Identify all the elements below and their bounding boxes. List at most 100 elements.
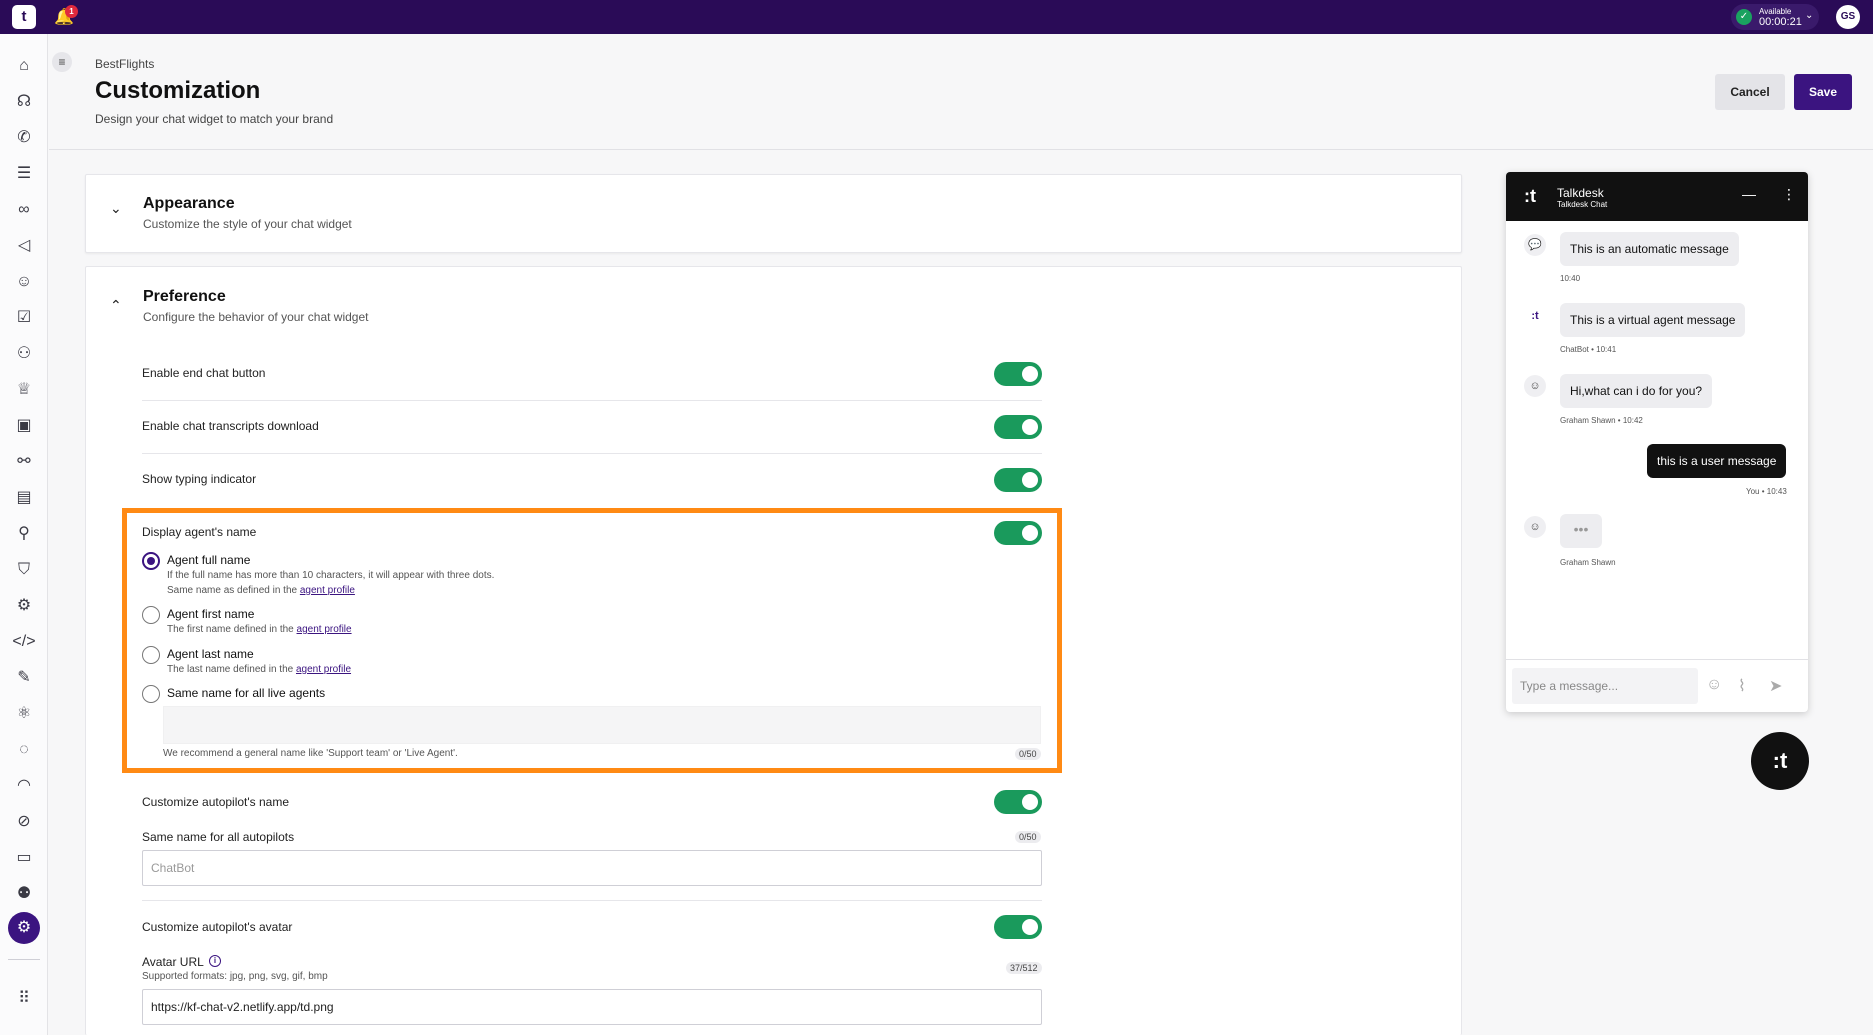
- chat-icon[interactable]: ◌: [12, 738, 36, 762]
- tasks-icon[interactable]: ☑: [12, 306, 36, 330]
- shield-icon[interactable]: ⛉: [12, 558, 36, 582]
- autopilot-name-counter: 0/50: [1015, 831, 1041, 843]
- explore-icon[interactable]: ⊘: [12, 810, 36, 834]
- top-bar: t 🔔 1 ✓ Available 00:00:21 ⌄ GS: [0, 0, 1873, 34]
- save-button[interactable]: Save: [1794, 74, 1852, 110]
- chat-widget-preview: :t Talkdesk Talkdesk Chat — ⋮ 💬 This is …: [1506, 172, 1808, 712]
- routing-icon[interactable]: ⚯: [12, 450, 36, 474]
- transcripts-label: Enable chat transcripts download: [142, 419, 319, 433]
- same-name-radio[interactable]: [142, 685, 160, 703]
- menu-collapse-icon[interactable]: ≡: [52, 52, 72, 72]
- users-icon[interactable]: ⚉: [12, 882, 36, 906]
- divider: [1506, 659, 1808, 660]
- divider: [142, 453, 1042, 454]
- cancel-button[interactable]: Cancel: [1715, 74, 1785, 110]
- notification-badge: 1: [65, 5, 78, 18]
- avatar-url-input[interactable]: [142, 989, 1042, 1025]
- user-avatar[interactable]: GS: [1836, 5, 1860, 29]
- apps-icon[interactable]: ⠿: [12, 987, 36, 1011]
- flows-icon[interactable]: ⚲: [12, 522, 36, 546]
- end-chat-toggle[interactable]: [994, 362, 1042, 386]
- minimize-icon[interactable]: —: [1742, 186, 1756, 202]
- message-meta: 10:40: [1560, 274, 1581, 283]
- divider: [142, 900, 1042, 901]
- sidebar-divider: [8, 959, 40, 960]
- chevron-down-icon[interactable]: ⌄: [110, 200, 122, 217]
- autopilot-avatar-toggle[interactable]: [994, 915, 1042, 939]
- campaigns-icon[interactable]: ◁: [12, 234, 36, 258]
- talkdesk-logo[interactable]: t: [12, 5, 36, 29]
- briefcase-icon[interactable]: ▭: [12, 846, 36, 870]
- list-icon[interactable]: ☰: [12, 162, 36, 186]
- talkdesk-logo-icon: :t: [1524, 186, 1536, 206]
- available-icon: ✓: [1736, 9, 1752, 25]
- more-vertical-icon[interactable]: ⋮: [1782, 186, 1796, 203]
- message-meta: Graham Shawn: [1560, 558, 1616, 567]
- status-timer: 00:00:21: [1759, 16, 1802, 28]
- calls-icon[interactable]: ✆: [12, 126, 36, 150]
- status-label: Available: [1759, 7, 1792, 16]
- appearance-section[interactable]: ⌄ Appearance Customize the style of your…: [85, 174, 1462, 253]
- agent-avatar-icon: ☺: [1524, 375, 1546, 397]
- transcripts-toggle[interactable]: [994, 415, 1042, 439]
- bot-message-icon: 💬: [1524, 234, 1546, 256]
- status-selector[interactable]: ✓ Available 00:00:21 ⌄: [1731, 4, 1819, 30]
- chevron-up-icon[interactable]: ⌃: [110, 297, 122, 314]
- ai-icon[interactable]: ⚛: [12, 702, 36, 726]
- end-chat-label: Enable end chat button: [142, 366, 266, 380]
- conversations-icon[interactable]: ☊: [12, 90, 36, 114]
- agent-profile-link[interactable]: agent profile: [300, 585, 355, 596]
- dashboard-icon[interactable]: ◠: [12, 774, 36, 798]
- autopilot-name-toggle[interactable]: [994, 790, 1042, 814]
- workforce-icon[interactable]: ⚇: [12, 342, 36, 366]
- agent-last-name-radio[interactable]: [142, 646, 160, 664]
- agent-full-name-radio[interactable]: [142, 552, 160, 570]
- agent-profile-link[interactable]: agent profile: [297, 624, 352, 635]
- agent-avatar-icon: ☺: [1524, 516, 1546, 538]
- settings-icon[interactable]: ⚙: [8, 912, 40, 944]
- attachment-icon[interactable]: ⌇: [1738, 676, 1746, 696]
- agent-first-name-help: The first name defined in the agent prof…: [167, 624, 352, 635]
- edit-icon[interactable]: ✎: [12, 666, 36, 690]
- agent-name-label: Display agent's name: [142, 525, 257, 539]
- knowledge-icon[interactable]: ▤: [12, 486, 36, 510]
- preference-title: Preference: [143, 288, 226, 305]
- chat-header: :t Talkdesk Talkdesk Chat — ⋮: [1506, 172, 1808, 221]
- sidebar: ⌂ ☊ ✆ ☰ ∞ ◁ ☺ ☑ ⚇ ♕ ▣ ⚯ ▤ ⚲ ⛉ ⚙ </> ✎ ⚛ …: [0, 34, 48, 1035]
- agent-profile-link[interactable]: agent profile: [296, 664, 351, 675]
- home-icon[interactable]: ⌂: [12, 54, 36, 78]
- emoji-icon[interactable]: ☺: [1706, 676, 1722, 694]
- typing-indicator-label: Show typing indicator: [142, 472, 257, 486]
- chat-message-input[interactable]: [1512, 668, 1698, 704]
- same-name-input[interactable]: [163, 706, 1041, 744]
- contacts-icon[interactable]: ▣: [12, 414, 36, 438]
- avatar-url-label: Avatar URL: [142, 955, 204, 969]
- chat-title: Talkdesk: [1557, 186, 1604, 200]
- typing-indicator-toggle[interactable]: [994, 468, 1042, 492]
- autopilot-name-label: Customize autopilot's name: [142, 795, 290, 809]
- appearance-title: Appearance: [143, 195, 235, 212]
- team-icon[interactable]: ☺: [12, 270, 36, 294]
- breadcrumb[interactable]: BestFlights: [95, 57, 154, 71]
- voicemail-icon[interactable]: ∞: [12, 198, 36, 222]
- message-meta: ChatBot • 10:41: [1560, 345, 1617, 354]
- trophy-icon[interactable]: ♕: [12, 378, 36, 402]
- chat-message: This is a virtual agent message: [1560, 303, 1746, 337]
- agent-full-name-label: Agent full name: [167, 553, 251, 567]
- agent-name-toggle[interactable]: [994, 521, 1042, 545]
- agent-last-name-help: The last name defined in the agent profi…: [167, 664, 352, 675]
- chat-launcher-button[interactable]: :t: [1751, 732, 1809, 790]
- info-icon[interactable]: i: [209, 955, 221, 967]
- integrations-icon[interactable]: ⚙: [12, 594, 36, 618]
- agent-first-name-radio[interactable]: [142, 606, 160, 624]
- virtual-agent-icon: :t: [1524, 305, 1546, 327]
- user-message: this is a user message: [1647, 444, 1787, 478]
- same-name-hint: We recommend a general name like 'Suppor…: [163, 748, 458, 759]
- avatar-url-counter: 37/512: [1006, 962, 1042, 974]
- same-name-counter: 0/50: [1015, 748, 1041, 760]
- send-icon[interactable]: ➤: [1769, 676, 1782, 696]
- code-icon[interactable]: </>: [12, 630, 36, 654]
- page-title: Customization: [95, 77, 261, 104]
- autopilot-name-input[interactable]: [142, 850, 1042, 886]
- preference-subtitle: Configure the behavior of your chat widg…: [143, 310, 369, 324]
